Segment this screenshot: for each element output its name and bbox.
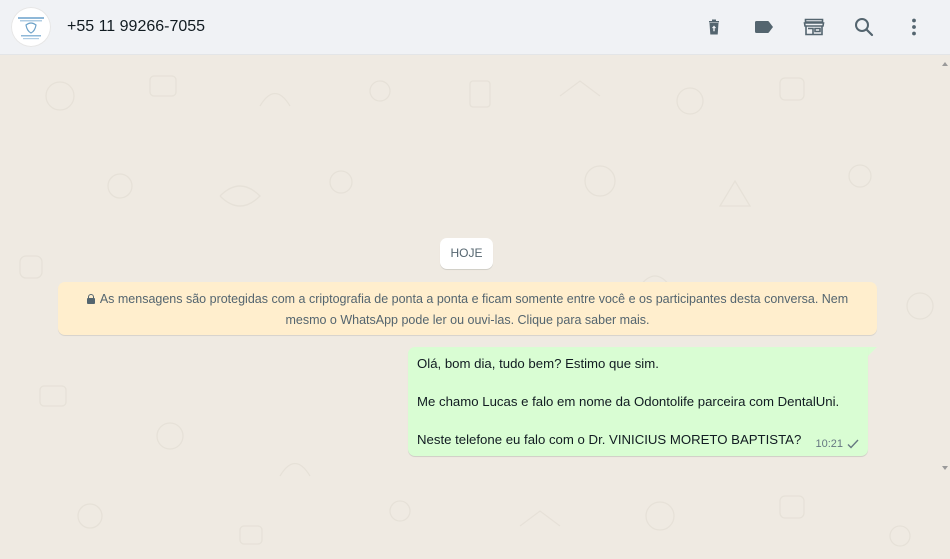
chat-header: +55 11 99266-7055 — [0, 0, 950, 55]
message-meta: 10:21 — [815, 438, 859, 450]
bubble-tail — [868, 347, 877, 356]
menu-icon[interactable] — [902, 15, 926, 39]
catalog-store-icon[interactable] — [802, 15, 826, 39]
contact-name[interactable]: +55 11 99266-7055 — [67, 17, 205, 37]
chat-panel[interactable]: HOJE As mensagens são protegidas com a c… — [0, 56, 950, 559]
avatar-logo-icon — [18, 17, 44, 40]
encryption-notice-line2: mesmo o WhatsApp pode ler ou ouvi-las. C… — [285, 313, 650, 327]
scrollbar[interactable] — [942, 56, 950, 559]
message-line: Olá, bom dia, tudo bem? Estimo que sim. — [417, 356, 659, 371]
date-divider: HOJE — [440, 238, 493, 269]
delete-icon[interactable] — [702, 15, 726, 39]
message-time: 10:21 — [815, 438, 843, 450]
encryption-notice-line1: As mensagens são protegidas com a cripto… — [99, 292, 849, 306]
lock-icon — [86, 294, 95, 304]
scroll-up-arrow[interactable] — [942, 62, 948, 66]
outgoing-message[interactable]: Olá, bom dia, tudo bem? Estimo que sim. … — [408, 347, 868, 456]
search-icon[interactable] — [852, 15, 876, 39]
label-icon[interactable] — [752, 15, 776, 39]
message-line: Me chamo Lucas e falo em nome da Odontol… — [417, 394, 840, 409]
message-line: Neste telefone eu falo com o Dr. VINICIU… — [417, 432, 802, 447]
scroll-down-arrow[interactable] — [942, 466, 948, 470]
avatar[interactable] — [11, 7, 51, 47]
single-check-icon — [847, 439, 859, 449]
encryption-notice[interactable]: As mensagens são protegidas com a cripto… — [58, 282, 877, 335]
